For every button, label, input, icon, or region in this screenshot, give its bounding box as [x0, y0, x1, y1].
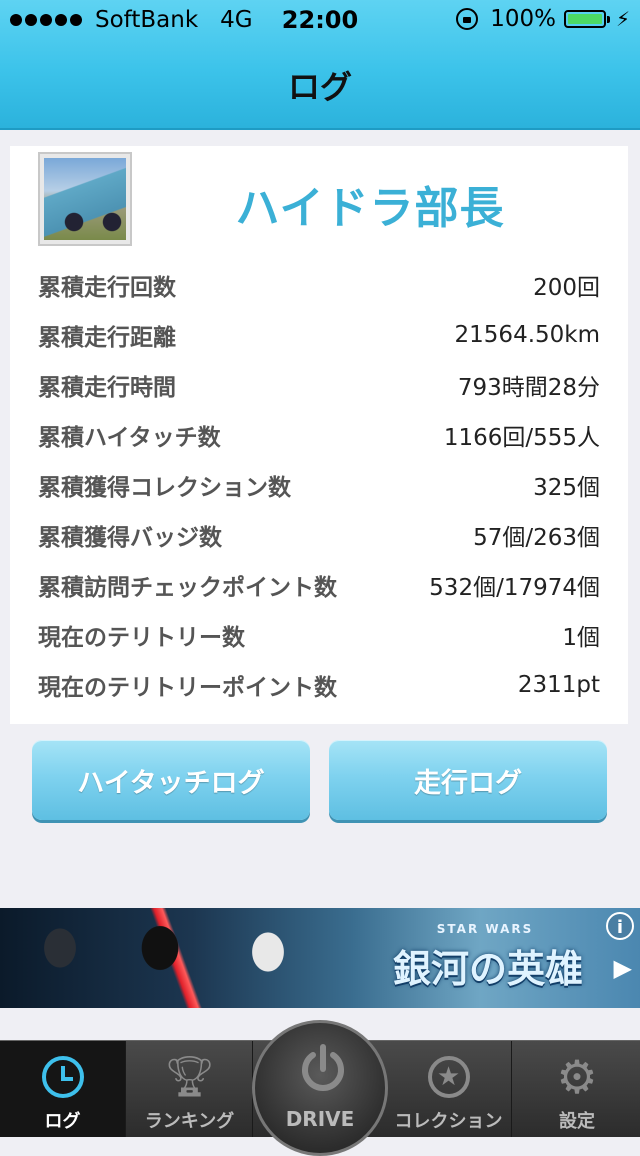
stat-value: 793時間28分 [457, 375, 600, 401]
stats-list: 累積走行回数 200回 累積走行距離 21564.50km 累積走行時間 793… [38, 260, 600, 710]
stat-value: 532個/17974個 [429, 575, 600, 601]
status-bar: SoftBank 4G 22:00 100% ⚡ [0, 0, 640, 40]
stat-label: 累積走行回数 [38, 275, 176, 301]
ad-artwork [0, 908, 360, 1008]
drive-log-button[interactable]: 走行ログ [329, 740, 607, 820]
stat-value: 57個/263個 [473, 525, 600, 551]
star-icon: ★ [427, 1056, 470, 1098]
stat-row-territory-count: 現在のテリトリー数 1個 [38, 610, 600, 660]
battery-icon [563, 10, 610, 28]
stat-row-checkpoint-count: 累積訪問チェックポイント数 532個/17974個 [38, 560, 600, 610]
tab-collection[interactable]: ★ コレクション [386, 1041, 512, 1137]
ad-logo-subtitle: STAR WARS [436, 922, 534, 936]
stat-label: 現在のテリトリー数 [38, 625, 245, 651]
tab-label: 設定 [559, 1111, 595, 1132]
stat-value: 200回 [533, 275, 600, 301]
power-icon [302, 1044, 344, 1091]
stat-value: 21564.50km [454, 322, 600, 348]
rotation-lock-icon [456, 8, 479, 30]
drive-label: DRIVE [285, 1107, 355, 1131]
ad-banner[interactable]: STAR WARS 銀河の英雄 i ▶ [0, 908, 640, 1008]
stat-value: 325個 [533, 475, 600, 501]
chevron-right-icon: ▶ [613, 954, 632, 982]
stat-row-drive-count: 累積走行回数 200回 [38, 260, 600, 310]
gear-icon: ⚙ [556, 1050, 598, 1104]
user-name: ハイドラ部長 [235, 183, 505, 234]
stat-label: 累積獲得バッジ数 [38, 525, 222, 551]
stat-label: 累積獲得コレクション数 [38, 475, 291, 501]
stat-row-territory-points: 現在のテリトリーポイント数 2311pt [38, 660, 600, 710]
stat-row-collection-count: 累積獲得コレクション数 325個 [38, 460, 600, 510]
hightouch-log-button[interactable]: ハイタッチログ [32, 740, 310, 820]
tab-label: ログ [44, 1111, 81, 1132]
stat-label: 累積走行時間 [38, 375, 176, 401]
stat-label: 累積走行距離 [38, 325, 176, 351]
profile-card: ハイドラ部長 累積走行回数 200回 累積走行距離 21564.50km 累積走… [10, 146, 628, 724]
avatar[interactable] [38, 152, 132, 246]
stat-row-drive-distance: 累積走行距離 21564.50km [38, 310, 600, 360]
stat-row-hightouch-count: 累積ハイタッチ数 1166回/555人 [38, 410, 600, 460]
trophy-icon: 🏆︎ [164, 1054, 215, 1100]
tab-label: ランキング [144, 1111, 235, 1132]
car-photo [44, 158, 126, 240]
stat-value: 2311pt [517, 672, 600, 698]
ad-logo: 銀河の英雄 [392, 947, 583, 991]
info-icon[interactable]: i [606, 912, 634, 940]
tab-label: コレクション [394, 1111, 503, 1132]
clock-icon [41, 1056, 84, 1098]
page-title: ログ [287, 68, 352, 106]
stat-value: 1個 [562, 625, 600, 651]
stat-label: 現在のテリトリーポイント数 [38, 675, 337, 701]
tab-log[interactable]: ログ [0, 1041, 126, 1137]
stat-row-drive-time: 累積走行時間 793時間28分 [38, 360, 600, 410]
tab-ranking[interactable]: 🏆︎ ランキング [127, 1041, 253, 1137]
charging-icon: ⚡ [615, 7, 630, 31]
battery-percentage: 100% [490, 6, 556, 32]
stat-label: 累積訪問チェックポイント数 [38, 575, 337, 601]
header: SoftBank 4G 22:00 100% ⚡ ログ [0, 0, 640, 130]
stat-row-badge-count: 累積獲得バッジ数 57個/263個 [38, 510, 600, 560]
stat-label: 累積ハイタッチ数 [38, 425, 221, 451]
stat-value: 1166回/555人 [443, 425, 600, 451]
tab-settings[interactable]: ⚙ 設定 [514, 1041, 640, 1137]
